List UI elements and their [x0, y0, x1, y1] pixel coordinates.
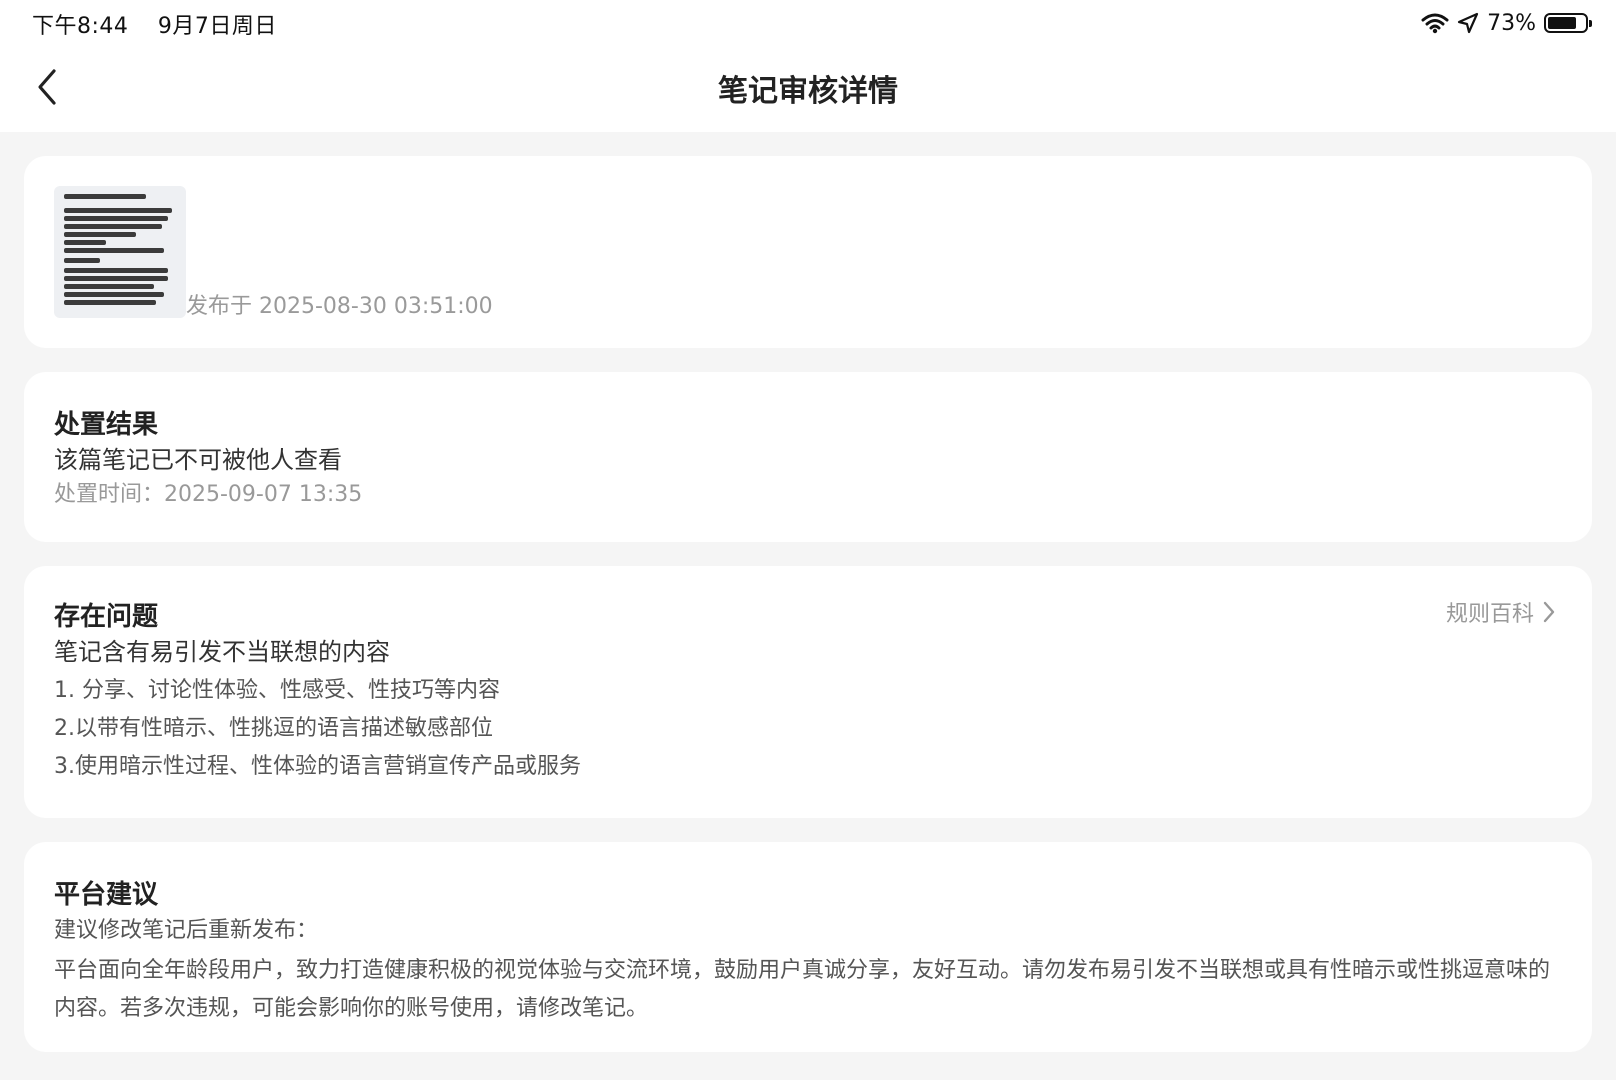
chevron-right-icon	[1543, 601, 1555, 623]
advice-title: 平台建议	[54, 880, 159, 910]
advice-card: 平台建议 建议修改笔记后重新发布： 平台面向全年龄段用户，致力打造健康积极的视觉…	[24, 842, 1592, 1052]
rules-wiki-label: 规则百科	[1445, 602, 1534, 627]
rules-wiki-link[interactable]: 规则百科	[1446, 596, 1556, 628]
status-time: 下午8:44	[32, 14, 129, 39]
wifi-icon	[1421, 13, 1449, 34]
battery-icon	[1544, 13, 1592, 33]
note-thumbnail[interactable]	[54, 186, 186, 318]
location-arrow-icon	[1457, 12, 1479, 34]
result-card: 处置结果 该篇笔记已不可被他人查看 处置时间：2025-09-07 13:35	[24, 372, 1592, 542]
battery-percent: 73%	[1487, 10, 1536, 36]
issue-card: 存在问题 规则百科 笔记含有易引发不当联想的内容 1. 分享、讨论性体验、性感受…	[24, 566, 1592, 818]
page-title: 笔记审核详情	[718, 74, 898, 109]
issue-item: 1. 分享、讨论性体验、性感受、性技巧等内容	[54, 678, 500, 703]
result-status: 该篇笔记已不可被他人查看	[54, 446, 342, 474]
advice-body: 平台面向全年龄段用户，致力打造健康积极的视觉体验与交流环境，鼓励用户真诚分享，友…	[54, 958, 1551, 1021]
issue-title: 存在问题	[54, 602, 159, 632]
status-date: 9月7日周日	[157, 14, 277, 39]
advice-intro: 建议修改笔记后重新发布：	[54, 918, 319, 943]
status-bar: 下午8:44 9月7日周日 73%	[0, 0, 1616, 46]
issue-item: 3.使用暗示性过程、性体验的语言营销宣传产品或服务	[54, 754, 581, 779]
publish-time: 发布于 2025-08-30 03:51:00	[186, 294, 493, 319]
status-indicators: 73%	[1421, 8, 1592, 38]
nav-bar: 笔记审核详情	[0, 46, 1616, 132]
result-title: 处置结果	[54, 410, 159, 440]
status-time-date: 下午8:44 9月7日周日	[32, 8, 299, 40]
note-card[interactable]: 发布于 2025-08-30 03:51:00	[24, 156, 1592, 348]
result-time: 处置时间：2025-09-07 13:35	[54, 482, 363, 507]
issue-item: 2.以带有性暗示、性挑逗的语言描述敏感部位	[54, 716, 493, 741]
issue-summary: 笔记含有易引发不当联想的内容	[54, 638, 390, 666]
